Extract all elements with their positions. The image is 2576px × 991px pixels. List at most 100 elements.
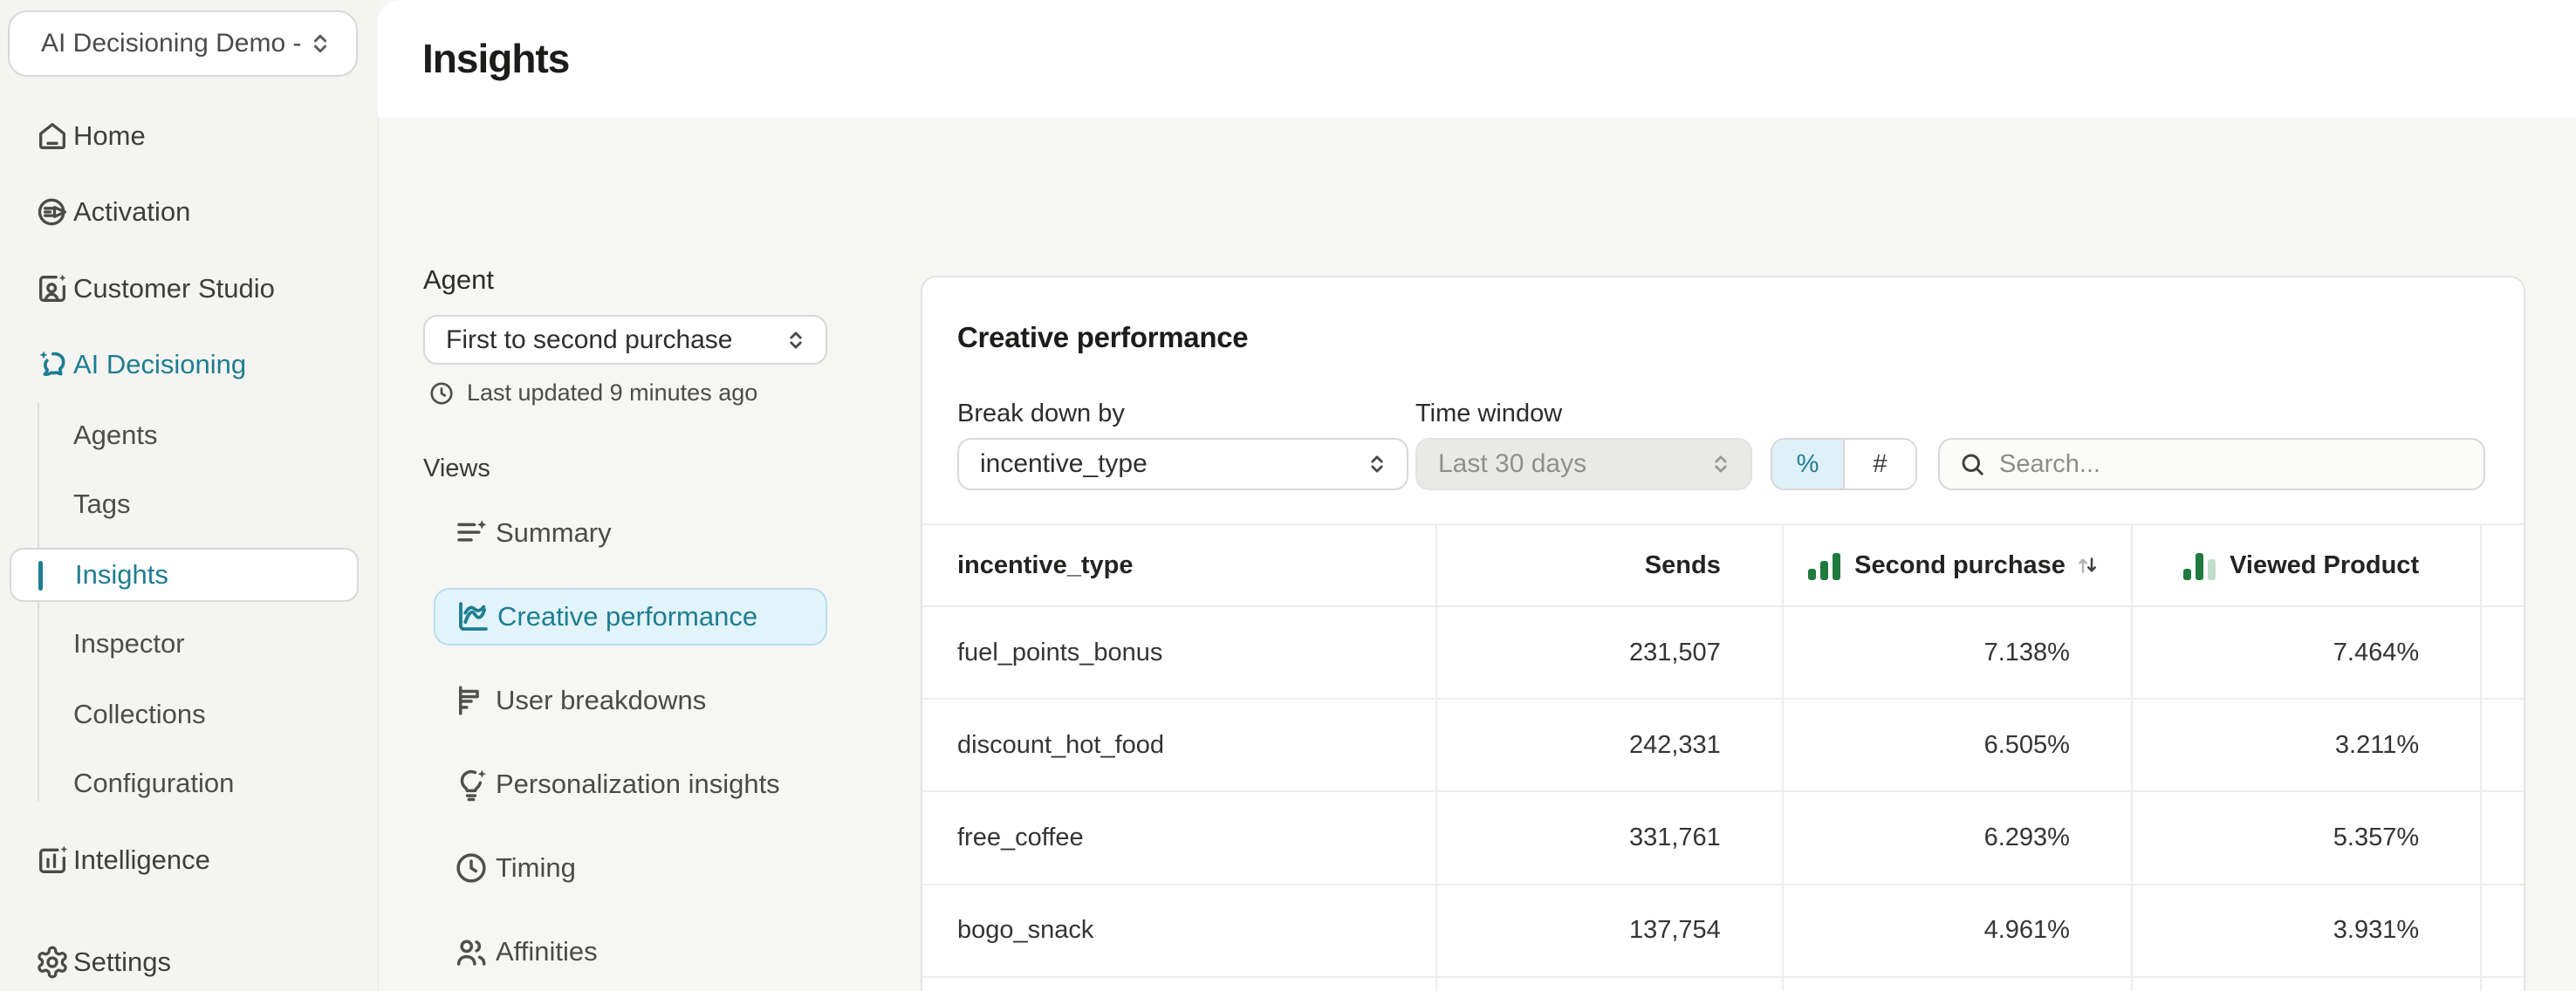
sidebar: AI Decisioning Demo - ... Home Activatio…	[0, 0, 378, 991]
creative-performance-table: incentive_type Sends Second purchase Vie…	[922, 523, 2524, 991]
ai-decisioning-icon	[35, 347, 70, 382]
cell-second-purchase: 4.961%	[1784, 885, 2133, 976]
intelligence-icon	[35, 843, 70, 878]
view-item-personalization-insights[interactable]: Personalization insights	[434, 755, 827, 813]
sidebar-item-activation[interactable]: Activation	[0, 177, 378, 247]
cell-second-purchase: 7.138%	[1784, 607, 2133, 698]
cell-incentive-type: fuel_points_bonus	[922, 607, 1437, 698]
cell-incentive-type: free_energy_drink	[922, 978, 1437, 991]
table-body: fuel_points_bonus 231,507 7.138% 7.464% …	[922, 607, 2524, 991]
chevron-updown-icon	[307, 31, 333, 57]
cell-spacer	[2482, 792, 2524, 883]
sidebar-item-customer-studio[interactable]: Customer Studio	[0, 254, 378, 324]
breakdown-select-value: incentive_type	[980, 449, 1365, 479]
sidebar-item-insights[interactable]: Insights	[10, 548, 359, 602]
cell-viewed-product: 5.357%	[2133, 792, 2482, 883]
content-area: Agent First to second purchase Last upda…	[378, 118, 2576, 991]
users-icon	[452, 933, 490, 971]
workspace-name: AI Decisioning Demo - ...	[41, 29, 307, 58]
cell-incentive-type: bogo_snack	[922, 885, 1437, 976]
count-toggle-button[interactable]: #	[1843, 440, 1915, 489]
lightbulb-sparkle-icon	[452, 765, 490, 803]
cell-spacer	[2482, 700, 2524, 790]
cell-sends: 331,761	[1437, 792, 1784, 883]
chevron-updown-icon	[1365, 452, 1389, 476]
metric-bars-icon	[1808, 550, 1840, 580]
cell-viewed-product: 3.931%	[2133, 885, 2482, 976]
last-updated-status: Last updated 9 minutes ago	[428, 379, 757, 407]
cell-viewed-product: 7.464%	[2133, 607, 2482, 698]
table-row: free_energy_drink 330,738 3.485% 6.343%	[922, 978, 2524, 991]
customer-studio-icon	[35, 271, 70, 306]
sidebar-item-tags[interactable]: Tags	[0, 469, 378, 539]
cell-incentive-type: free_coffee	[922, 792, 1437, 883]
table-row: discount_hot_food 242,331 6.505% 3.211%	[922, 700, 2524, 792]
cell-viewed-product: 6.343%	[2133, 978, 2482, 991]
app-root: AI Decisioning Demo - ... Home Activatio…	[0, 0, 2576, 991]
search-input[interactable]	[1999, 450, 2466, 479]
card-title: Creative performance	[957, 321, 1248, 354]
table-row: bogo_snack 137,754 4.961% 3.931%	[922, 885, 2524, 978]
sidebar-item-settings[interactable]: Settings	[0, 927, 378, 991]
clock-icon	[452, 849, 490, 887]
sidebar-item-intelligence[interactable]: Intelligence	[0, 825, 378, 895]
view-item-creative-performance[interactable]: Creative performance	[434, 588, 827, 646]
cell-second-purchase: 3.485%	[1784, 978, 2133, 991]
chevron-updown-icon	[1709, 452, 1733, 476]
column-header-second-purchase[interactable]: Second purchase	[1784, 525, 2133, 605]
table-row: fuel_points_bonus 231,507 7.138% 7.464%	[922, 607, 2524, 700]
agent-select[interactable]: First to second purchase	[423, 315, 827, 365]
column-header-spacer	[2482, 525, 2524, 605]
view-item-affinities[interactable]: Affinities	[434, 923, 827, 981]
last-updated-text: Last updated 9 minutes ago	[467, 379, 757, 407]
table-row: free_coffee 331,761 6.293% 5.357%	[922, 792, 2524, 885]
cell-viewed-product: 3.211%	[2133, 700, 2482, 790]
cell-second-purchase: 6.505%	[1784, 700, 2133, 790]
sidebar-item-home[interactable]: Home	[0, 101, 378, 171]
column-header-incentive-type: incentive_type	[922, 525, 1437, 605]
agent-label: Agent	[423, 264, 494, 296]
column-header-viewed-product: Viewed Product	[2133, 525, 2482, 605]
agent-select-value: First to second purchase	[446, 325, 784, 355]
active-indicator-bar	[38, 561, 43, 591]
cell-incentive-type: discount_hot_food	[922, 700, 1437, 790]
view-item-user-breakdowns[interactable]: User breakdowns	[434, 672, 827, 729]
search-box	[1938, 438, 2485, 490]
time-window-label: Time window	[1415, 400, 1562, 428]
cell-spacer	[2482, 607, 2524, 698]
cell-sends: 242,331	[1437, 700, 1784, 790]
main-panel: Insights Agent First to second purchase …	[378, 0, 2576, 991]
view-item-timing[interactable]: Timing	[434, 839, 827, 897]
view-item-summary[interactable]: Summary	[434, 504, 827, 562]
cell-sends: 330,738	[1437, 978, 1784, 991]
cell-spacer	[2482, 885, 2524, 976]
sidebar-item-agents[interactable]: Agents	[0, 400, 378, 470]
chevron-updown-icon	[784, 328, 808, 352]
summary-icon	[452, 514, 490, 552]
cell-spacer	[2482, 978, 2524, 991]
sort-arrows-icon	[2074, 552, 2100, 578]
breakdown-label: Break down by	[957, 400, 1125, 428]
chart-line-icon	[454, 598, 492, 636]
sidebar-item-ai-decisioning[interactable]: AI Decisioning	[0, 330, 378, 400]
cell-sends: 137,754	[1437, 885, 1784, 976]
sidebar-item-collections[interactable]: Collections	[0, 680, 378, 749]
creative-performance-card: Creative performance Break down by incen…	[921, 276, 2525, 991]
sidebar-item-configuration[interactable]: Configuration	[0, 748, 378, 818]
breakdown-select[interactable]: incentive_type	[957, 438, 1408, 490]
clock-icon	[428, 380, 455, 407]
workspace-switcher[interactable]: AI Decisioning Demo - ...	[8, 10, 358, 77]
metric-bars-light-icon	[2183, 550, 2216, 580]
sidebar-item-inspector[interactable]: Inspector	[0, 609, 378, 679]
activation-icon	[35, 195, 70, 229]
unit-toggle: % #	[1771, 438, 1917, 490]
search-icon	[1959, 451, 1985, 477]
column-header-sends: Sends	[1437, 525, 1784, 605]
views-label: Views	[423, 454, 490, 483]
time-window-select[interactable]: Last 30 days	[1415, 438, 1752, 490]
home-icon	[35, 119, 70, 154]
page-title: Insights	[422, 35, 569, 82]
gear-icon	[35, 945, 70, 980]
percent-toggle-button[interactable]: %	[1772, 440, 1843, 489]
cell-second-purchase: 6.293%	[1784, 792, 2133, 883]
